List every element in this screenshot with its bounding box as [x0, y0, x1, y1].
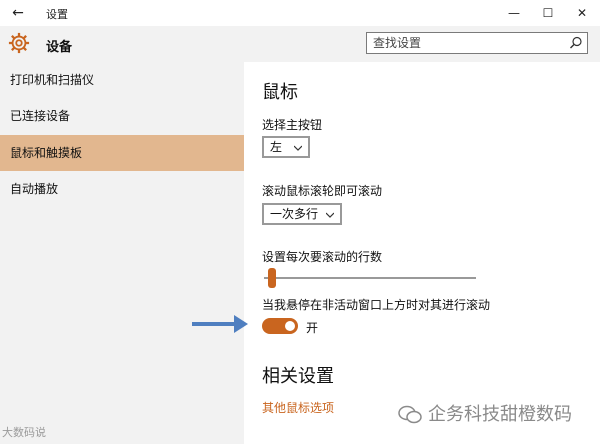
- search-input[interactable]: [367, 33, 563, 53]
- toggle-state-text: 开: [306, 321, 319, 335]
- toggle-knob: [285, 321, 295, 331]
- other-mouse-options-link[interactable]: 其他鼠标选项: [262, 399, 334, 416]
- inactive-scroll-toggle[interactable]: [262, 318, 298, 334]
- maximize-icon[interactable]: ☐: [536, 2, 560, 24]
- section-title: 鼠标: [262, 82, 298, 103]
- lines-to-scroll-label: 设置每次要滚动的行数: [262, 250, 383, 264]
- primary-button-label: 选择主按钮: [262, 118, 323, 132]
- page-title: 设备: [46, 40, 73, 55]
- primary-button-dropdown[interactable]: 左: [262, 136, 310, 158]
- close-icon[interactable]: ✕: [570, 2, 594, 24]
- page-header: 设备: [0, 26, 600, 62]
- primary-button-value: 左: [270, 140, 283, 154]
- title-bar: ← 设置 — ☐ ✕: [0, 0, 600, 26]
- inactive-scroll-label: 当我悬停在非活动窗口上方时对其进行滚动: [262, 298, 491, 312]
- watermark-right: 企务科技甜橙数码: [398, 400, 572, 426]
- window-title: 设置: [46, 8, 68, 21]
- related-settings-title: 相关设置: [262, 366, 334, 387]
- search-icon[interactable]: [569, 36, 583, 50]
- sidebar-item-autoplay[interactable]: 自动播放: [0, 171, 244, 207]
- annotation-arrow-icon: [192, 315, 248, 333]
- watermark-left-text: 大数码说: [2, 426, 46, 439]
- lines-slider-thumb[interactable]: [268, 268, 277, 288]
- main-content: 鼠标 选择主按钮 左 滚动鼠标滚轮即可滚动 一次多行 设置每次要滚动的行数 当我…: [244, 62, 600, 444]
- lines-slider-track[interactable]: [264, 277, 476, 279]
- wheel-scroll-dropdown[interactable]: 一次多行: [262, 203, 342, 225]
- sidebar-item-mouse-touchpad[interactable]: 鼠标和触摸板: [0, 135, 244, 171]
- watermark-right-text: 企务科技甜橙数码: [428, 404, 572, 425]
- chevron-down-icon: [294, 145, 302, 151]
- wheel-scroll-value: 一次多行: [270, 207, 319, 221]
- gear-icon: [8, 32, 30, 54]
- back-arrow-icon[interactable]: ←: [8, 3, 28, 23]
- watermark-left: 大数码说: [2, 424, 46, 440]
- sidebar-item-printers-scanners[interactable]: 打印机和扫描仪: [0, 62, 244, 98]
- wechat-logo-icon: [398, 405, 422, 424]
- sidebar: 打印机和扫描仪 已连接设备 鼠标和触摸板 自动播放: [0, 62, 244, 444]
- search-box[interactable]: [366, 32, 588, 54]
- chevron-down-icon: [326, 212, 334, 218]
- minimize-icon[interactable]: —: [502, 2, 526, 24]
- sidebar-item-connected-devices[interactable]: 已连接设备: [0, 98, 244, 134]
- wheel-scroll-label: 滚动鼠标滚轮即可滚动: [262, 184, 383, 198]
